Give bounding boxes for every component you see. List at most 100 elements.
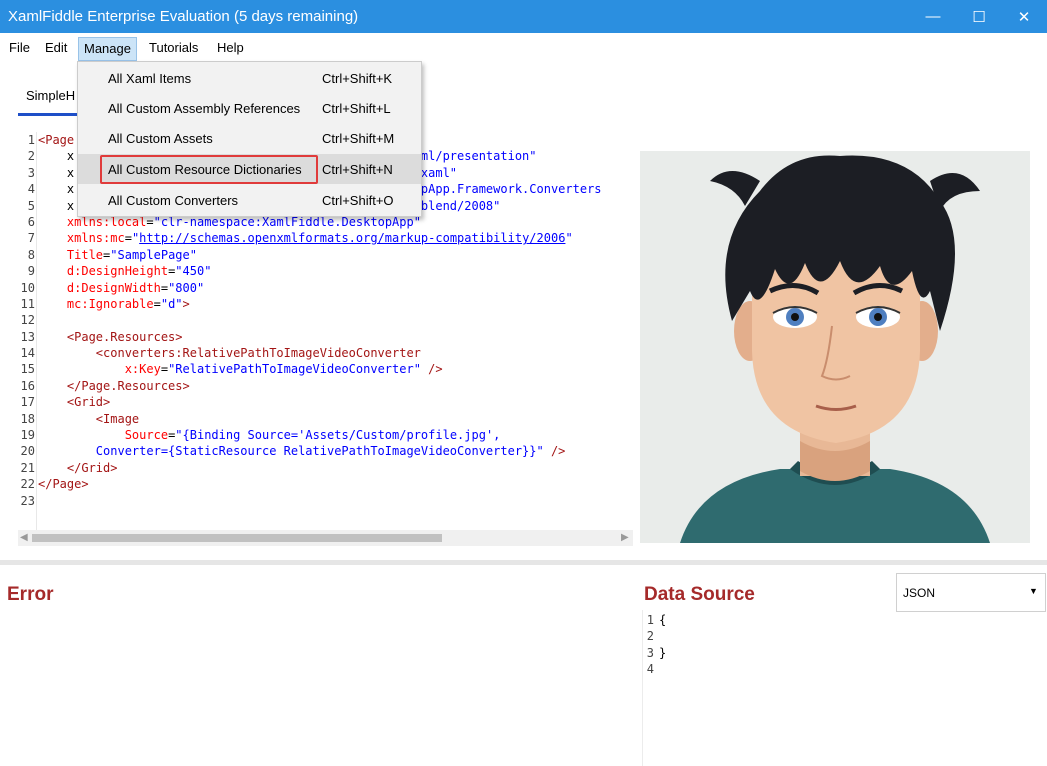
- line-number: 2: [646, 629, 654, 644]
- line-number-gutter: 1 2 3 4 5 6 7 8 9 10 11 12 13 14 15 16 17 18 19 20 21 22 23: [18, 132, 35, 509]
- code-token: ktopApp.Framework.Converters: [399, 182, 602, 197]
- code-line: xmlns:mc= "http://schemas.openxmlformats.…: [38, 230, 633, 246]
- menu-help[interactable]: Help: [212, 37, 249, 61]
- code-token: ": [565, 231, 573, 246]
- menu-edit[interactable]: Edit: [40, 37, 72, 61]
- scroll-left-icon[interactable]: ◀: [20, 532, 28, 543]
- menu-item-shortcut: Ctrl+Shift+O: [322, 193, 394, 208]
- menu-item-all-custom-resource-dictionaries[interactable]: All Custom Resource Dictionaries Ctrl+Sh…: [78, 154, 421, 184]
- menu-item-all-xaml-items[interactable]: All Xaml Items Ctrl+Shift+K: [78, 63, 421, 93]
- menu-tutorials[interactable]: Tutorials: [144, 37, 203, 61]
- code-line: </Grid>: [38, 460, 633, 476]
- code-token: xmlns:mc: [66, 231, 125, 246]
- code-token: </Page>: [38, 477, 89, 492]
- line-number: 10: [20, 280, 35, 295]
- code-token: <Page.Resources>: [66, 329, 183, 344]
- line-number: 3: [646, 645, 654, 660]
- editor-horizontal-scrollbar[interactable]: ◀ ▶: [18, 530, 633, 546]
- chevron-down-icon: ▼: [1029, 586, 1038, 596]
- data-source-code[interactable]: {}: [659, 612, 666, 678]
- scrollbar-thumb[interactable]: [32, 534, 442, 542]
- menu-item-label: All Xaml Items: [108, 71, 192, 86]
- code-line: Source="{Binding Source='Assets/Custom/p…: [38, 427, 633, 443]
- code-token: =: [160, 280, 169, 295]
- line-number: 1: [27, 133, 35, 147]
- menu-item-shortcut: Ctrl+Shift+K: [322, 71, 393, 86]
- code-line: <Grid>: [38, 394, 633, 410]
- code-token: Title: [66, 247, 104, 262]
- code-token: "{Binding Source='Assets/Custom/profile.…: [175, 428, 501, 443]
- code-token: />: [420, 362, 443, 377]
- menu-item-all-custom-assembly-references[interactable]: All Custom Assembly References Ctrl+Shif…: [78, 93, 421, 123]
- code-token: =: [146, 214, 154, 229]
- code-token: =: [124, 231, 132, 246]
- code-token: <Page: [38, 133, 75, 147]
- code-token: "800": [168, 280, 205, 295]
- code-line: <converters:RelativePathToImageVideoConv…: [38, 345, 633, 361]
- scroll-right-icon[interactable]: ▶: [621, 532, 629, 543]
- menu-item-shortcut: Ctrl+Shift+M: [322, 131, 395, 146]
- code-line: d:DesignWidth="800": [38, 280, 633, 296]
- title-bar: XamlFiddle Enterprise Evaluation (5 days…: [0, 0, 1047, 33]
- line-number: 3: [27, 165, 35, 180]
- code-token: d:DesignHeight: [66, 264, 169, 279]
- minimize-button[interactable]: —: [910, 0, 956, 33]
- line-number: 2: [27, 149, 35, 164]
- menu-file[interactable]: File: [4, 37, 35, 61]
- code-token: <Grid>: [66, 395, 111, 410]
- code-token: =: [153, 296, 161, 311]
- code-token: xmlns:local: [66, 214, 147, 229]
- line-number: 8: [27, 247, 35, 262]
- line-number: 16: [20, 378, 35, 393]
- maximize-button[interactable]: ☐: [956, 0, 1002, 33]
- code-token: </Grid>: [66, 460, 118, 475]
- line-number: 4: [646, 662, 654, 677]
- menu-item-shortcut: Ctrl+Shift+N: [322, 162, 393, 177]
- code-token: x: [38, 165, 75, 180]
- menu-item-label: All Custom Assets: [108, 131, 213, 146]
- line-number: 6: [27, 214, 35, 229]
- line-number: 7: [27, 231, 35, 246]
- line-number: 17: [20, 395, 35, 410]
- code-token: x: [38, 182, 75, 197]
- code-token: <Image: [95, 411, 140, 426]
- code-line: </Page>: [38, 476, 633, 492]
- menu-item-label: All Custom Assembly References: [108, 101, 301, 116]
- horizontal-splitter[interactable]: [0, 560, 1047, 565]
- line-number: 13: [20, 329, 35, 344]
- code-token: >: [182, 296, 190, 311]
- menu-item-label: All Custom Resource Dictionaries: [108, 162, 302, 177]
- line-number: 4: [27, 182, 35, 197]
- window-title: XamlFiddle Enterprise Evaluation (5 days…: [8, 8, 359, 25]
- menu-bar: File Edit Manage Tutorials Help: [0, 33, 1047, 62]
- code-token: Source: [124, 428, 169, 443]
- line-number: 14: [20, 346, 35, 361]
- code-token: x:Key: [124, 362, 161, 377]
- menu-item-all-custom-converters[interactable]: All Custom Converters Ctrl+Shift+O: [78, 185, 421, 215]
- line-number: 19: [20, 428, 35, 443]
- menu-manage[interactable]: Manage: [78, 37, 137, 61]
- code-token: "d": [160, 296, 183, 311]
- panel-divider: [642, 610, 643, 766]
- code-token: <converters:RelativePathToImageVideoConv…: [95, 346, 421, 361]
- data-source-heading: Data Source: [644, 584, 755, 605]
- preview-panel: [640, 151, 1030, 543]
- close-button[interactable]: ✕: [1001, 0, 1047, 33]
- menu-item-all-custom-assets[interactable]: All Custom Assets Ctrl+Shift+M: [78, 123, 421, 153]
- code-line: {: [659, 613, 667, 627]
- code-token: "clr-namespace:XamlFiddle.DesktopApp": [153, 214, 421, 229]
- line-number: 23: [20, 493, 35, 508]
- data-format-select[interactable]: JSON ▼: [896, 573, 1046, 612]
- error-heading: Error: [7, 584, 54, 605]
